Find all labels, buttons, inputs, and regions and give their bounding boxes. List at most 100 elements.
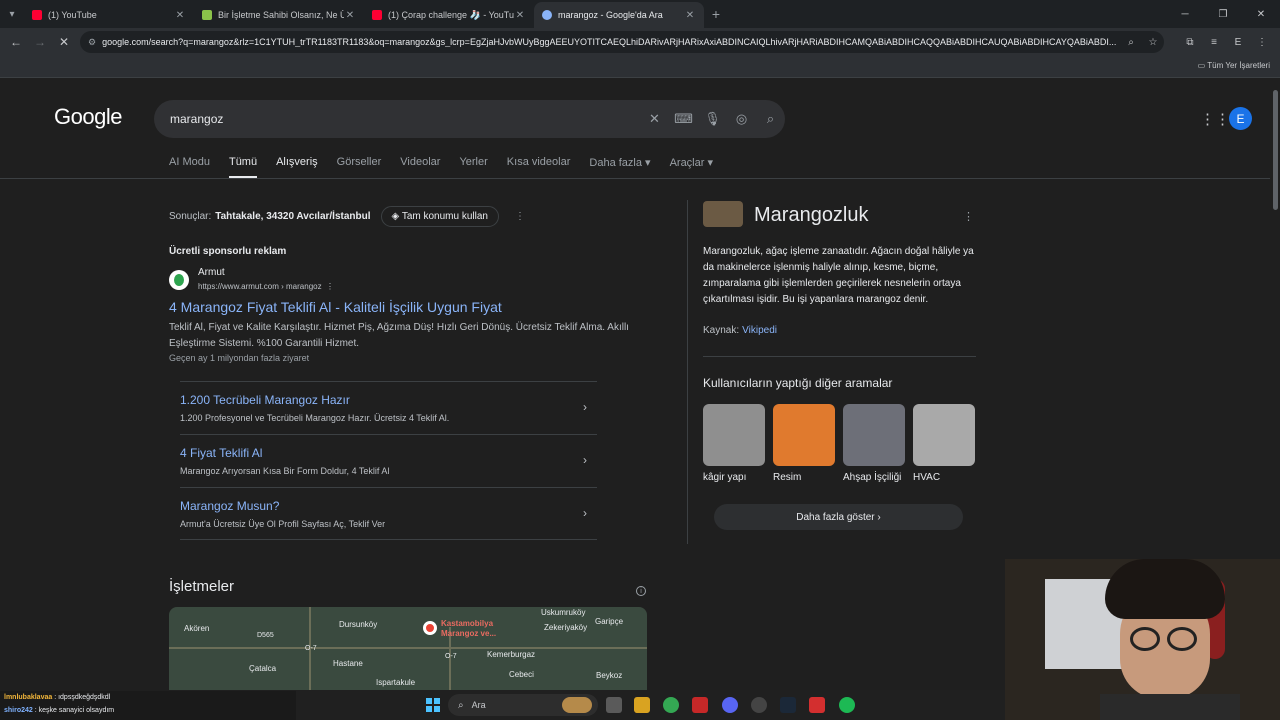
site-info-icon[interactable]: ⚙ [88, 37, 96, 48]
search-input[interactable]: marangoz [170, 112, 640, 126]
map-label: Beykoz [596, 671, 623, 680]
zoom-icon[interactable]: ⌕ [1120, 37, 1142, 48]
map-pin-icon[interactable] [423, 621, 437, 635]
related-image[interactable] [913, 404, 975, 466]
steam-icon[interactable] [780, 697, 796, 713]
spotify-icon[interactable] [839, 697, 855, 713]
new-tab-button[interactable]: + [704, 6, 728, 22]
windows-taskbar: ⌕ Ara [296, 690, 1005, 720]
close-icon[interactable]: ✕ [344, 10, 356, 21]
sitelink-title[interactable]: 4 Fiyat Teklifi Al [180, 446, 262, 460]
tab-google-search[interactable]: marangoz - Google'da Ara ✕ [534, 2, 704, 28]
more-options-icon[interactable]: ⋮ [515, 211, 525, 222]
back-icon[interactable]: ← [4, 35, 28, 49]
sitelink[interactable]: 4 Fiyat Teklifi Al Marangoz Arıyorsan Kı… [180, 434, 597, 487]
tab-more[interactable]: Daha fazla ▾ [589, 156, 650, 178]
tab-short-videos[interactable]: Kısa videolar [507, 156, 571, 178]
related-label[interactable]: HVAC [913, 472, 975, 483]
tab-search-icon[interactable]: ▾ [0, 3, 24, 25]
related-item[interactable]: Resim [773, 404, 835, 483]
tab-videos[interactable]: Videolar [400, 156, 440, 178]
tab-images[interactable]: Görseller [337, 156, 382, 178]
minimize-icon[interactable]: ─ [1166, 0, 1204, 28]
clear-icon[interactable]: ✕ [640, 111, 669, 127]
forward-icon[interactable]: → [28, 35, 52, 49]
obs-icon[interactable] [751, 697, 767, 713]
related-item[interactable]: HVAC [913, 404, 975, 483]
tab-tools[interactable]: Araçlar ▾ [670, 156, 713, 178]
google-logo[interactable]: Google [54, 104, 122, 130]
ad-title-link[interactable]: 4 Marangoz Fiyat Teklifi Al - Kaliteli İ… [169, 299, 502, 315]
media-icon[interactable]: ≡ [1202, 31, 1226, 53]
youtube-icon [372, 10, 382, 20]
tab-youtube[interactable]: (1) YouTube ✕ [24, 2, 194, 28]
ad-site-name[interactable]: Armut [198, 267, 225, 278]
show-more-button[interactable]: Daha fazla göster › [714, 504, 963, 530]
related-item[interactable]: kâgir yapı [703, 404, 765, 483]
discord-icon[interactable] [722, 697, 738, 713]
businesses-map[interactable]: Akören Dursunköy Uskumruköy Garipçe Zeke… [169, 607, 647, 690]
tab-ai-mode[interactable]: AI Modu [169, 156, 210, 178]
task-view-icon[interactable] [606, 697, 622, 713]
extensions-icon[interactable]: ⧉ [1178, 31, 1202, 53]
search-icon: ⌕ [458, 699, 464, 711]
related-label[interactable]: Ahşap İşçiliği [843, 472, 905, 483]
businesses-heading: İşletmeler [169, 578, 235, 595]
bookmark-star-icon[interactable]: ☆ [1142, 37, 1164, 48]
tab-corap-challenge[interactable]: (1) Çorap challenge 🧦 - YouTu ✕ [364, 2, 534, 28]
ad-url[interactable]: https://www.armut.com › marangoz ⋮ [198, 282, 334, 291]
map-pin-label[interactable]: Kastamobilya Marangoz ve... [441, 619, 496, 639]
windows-start-icon[interactable] [426, 698, 440, 712]
address-bar[interactable]: ⚙ google.com/search?q=marangoz&rlz=1C1YT… [80, 31, 1164, 53]
tab-title: (1) YouTube [48, 10, 97, 20]
tab-title: marangoz - Google'da Ara [558, 10, 663, 20]
profile-icon[interactable]: E [1226, 31, 1250, 53]
sitelink-title[interactable]: 1.200 Tecrübeli Marangoz Hazır [180, 393, 350, 407]
sitelink[interactable]: Marangoz Musun? Armut'a Ücretsiz Üye Ol … [180, 487, 597, 540]
sitelink-title[interactable]: Marangoz Musun? [180, 499, 279, 513]
related-item[interactable]: Ahşap İşçiliği [843, 404, 905, 483]
taskbar-search[interactable]: ⌕ Ara [448, 694, 598, 716]
tab-all[interactable]: Tümü [228, 156, 258, 178]
file-explorer-icon[interactable] [634, 697, 650, 713]
related-label[interactable]: kâgir yapı [703, 472, 765, 483]
menu-icon[interactable]: ⋮ [1250, 31, 1274, 53]
keyboard-icon[interactable]: ⌨ [669, 111, 698, 127]
search-icon[interactable]: ⌕ [756, 111, 785, 127]
tab-business-video[interactable]: Bir İşletme Sahibi Olsanız, Ne Ü ✕ [194, 2, 364, 28]
tab-shopping[interactable]: Alışveriş [276, 156, 318, 178]
related-image[interactable] [703, 404, 765, 466]
related-label[interactable]: Resim [773, 472, 835, 483]
lens-icon[interactable]: ◎ [727, 111, 756, 127]
search-box[interactable]: marangoz ✕ ⌨ 🎙 ◎ ⌕ [154, 100, 785, 138]
scrollbar-thumb[interactable] [1273, 90, 1278, 210]
tab-places[interactable]: Yerler [459, 156, 487, 178]
apps-grid-icon[interactable]: ⋮⋮ [1200, 110, 1230, 128]
close-icon[interactable]: ✕ [514, 10, 526, 21]
divider [703, 356, 976, 357]
related-image[interactable] [843, 404, 905, 466]
stop-loading-icon[interactable]: ✕ [52, 35, 76, 49]
acrobat-icon[interactable] [809, 697, 825, 713]
app-red-icon[interactable] [692, 697, 708, 713]
close-icon[interactable]: ✕ [174, 10, 186, 21]
knowledge-thumbnail[interactable] [703, 201, 743, 227]
use-precise-location-button[interactable]: ◈ Tam konumu kullan [380, 206, 499, 227]
sitelink[interactable]: 1.200 Tecrübeli Marangoz Hazır 1.200 Pro… [180, 381, 597, 434]
microphone-icon[interactable]: 🎙 [698, 111, 727, 127]
url-text[interactable]: google.com/search?q=marangoz&rlz=1C1YTUH… [102, 37, 1120, 47]
related-image[interactable] [773, 404, 835, 466]
map-label: Çatalca [249, 664, 277, 673]
chrome-icon[interactable] [663, 697, 679, 713]
all-bookmarks[interactable]: ▭ Tüm Yer İşaretleri [1198, 61, 1270, 70]
info-icon[interactable]: i [636, 586, 646, 596]
more-options-icon[interactable]: ⋮ [963, 210, 974, 223]
source-link[interactable]: Vikipedi [742, 325, 777, 336]
restore-icon[interactable]: ❐ [1204, 0, 1242, 28]
close-window-icon[interactable]: ✕ [1242, 0, 1280, 28]
close-icon[interactable]: ✕ [684, 10, 696, 21]
avatar[interactable]: E [1229, 107, 1252, 130]
map-road [169, 647, 647, 649]
location-prefix: Sonuçlar: [169, 211, 212, 222]
related-searches-heading: Kullanıcıların yaptığı diğer aramalar [703, 376, 893, 390]
